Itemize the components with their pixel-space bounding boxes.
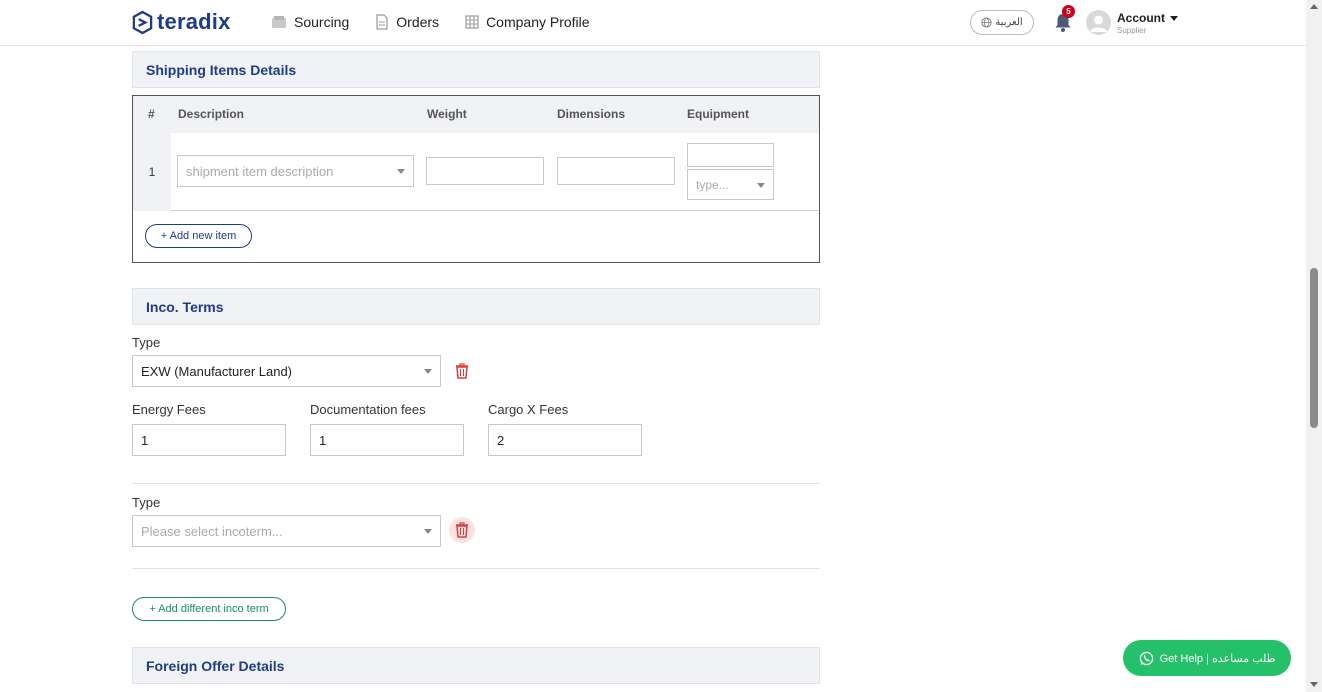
scroll-down-arrow-icon[interactable] bbox=[1310, 682, 1318, 687]
notification-count-badge: 5 bbox=[1062, 5, 1075, 18]
globe-icon bbox=[981, 17, 992, 28]
table-header: # Description Weight Dimensions Equipmen… bbox=[133, 96, 819, 133]
brand-name: teradix bbox=[157, 9, 231, 34]
description-placeholder: shipment item description bbox=[186, 163, 334, 179]
incoterm-type-placeholder: Please select incoterm... bbox=[141, 523, 283, 539]
add-new-item-button[interactable]: + Add new item bbox=[145, 224, 252, 248]
incoterm-type-select-2[interactable]: Please select incoterm... bbox=[132, 515, 441, 547]
document-icon bbox=[376, 14, 388, 30]
incoterm-type-label: Type bbox=[132, 335, 161, 350]
user-avatar-icon bbox=[1090, 15, 1107, 32]
column-header-index: # bbox=[148, 107, 155, 121]
cargo-x-fees-label: Cargo X Fees bbox=[488, 402, 569, 417]
column-header-dimensions: Dimensions bbox=[557, 107, 626, 121]
shipping-items-table: # Description Weight Dimensions Equipmen… bbox=[132, 95, 820, 263]
incoterm-type-value: EXW (Manufacturer Land) bbox=[141, 363, 293, 379]
inbox-icon bbox=[272, 16, 286, 28]
get-help-label: Get Help | طلب مساعده bbox=[1159, 652, 1276, 665]
account-label: Account bbox=[1117, 11, 1165, 25]
teradix-logo-icon bbox=[132, 10, 153, 34]
inco-terms-section-title: Inco. Terms bbox=[132, 288, 820, 325]
incoterm-type-select[interactable]: EXW (Manufacturer Land) bbox=[132, 355, 441, 387]
table-row: 1 shipment item description type... bbox=[133, 133, 819, 211]
language-label: العربية bbox=[995, 17, 1023, 28]
account-role: Supplier bbox=[1117, 26, 1147, 35]
account-menu[interactable]: Account Supplier bbox=[1117, 11, 1178, 35]
dimensions-input[interactable] bbox=[557, 157, 675, 185]
documentation-fees-label: Documentation fees bbox=[310, 402, 426, 417]
chevron-down-icon bbox=[757, 182, 765, 188]
scrollbar-thumb[interactable] bbox=[1310, 268, 1318, 428]
building-icon bbox=[465, 15, 479, 29]
nav-item-label: Sourcing bbox=[294, 14, 350, 30]
divider bbox=[132, 568, 820, 569]
chevron-down-icon bbox=[1170, 15, 1178, 21]
description-select[interactable]: shipment item description bbox=[177, 155, 414, 187]
delete-incoterm-button-2[interactable] bbox=[449, 517, 475, 543]
energy-fees-label: Energy Fees bbox=[132, 402, 206, 417]
trash-icon bbox=[456, 522, 468, 538]
foreign-offer-section-title: Foreign Offer Details bbox=[132, 647, 820, 684]
delete-incoterm-button[interactable] bbox=[449, 358, 475, 384]
documentation-fees-input[interactable]: 1 bbox=[310, 424, 464, 456]
weight-input[interactable] bbox=[426, 157, 544, 185]
avatar[interactable] bbox=[1086, 10, 1111, 35]
nav-item-label: Orders bbox=[396, 14, 440, 30]
page: teradix Sourcing Orders Company Profile … bbox=[0, 0, 1322, 692]
whatsapp-icon bbox=[1139, 651, 1153, 665]
column-header-description: Description bbox=[178, 107, 245, 121]
equipment-type-select[interactable]: type... bbox=[687, 169, 774, 200]
vertical-scrollbar[interactable] bbox=[1306, 0, 1322, 692]
equipment-quantity-input[interactable] bbox=[687, 143, 774, 167]
incoterm-type-label-2: Type bbox=[132, 495, 161, 510]
shipping-items-section-title: Shipping Items Details bbox=[132, 51, 820, 88]
nav-item-label: Company Profile bbox=[486, 14, 590, 30]
account-name: Account bbox=[1117, 11, 1178, 25]
add-different-inco-term-button[interactable]: + Add different inco term bbox=[132, 597, 286, 621]
main-nav: Sourcing Orders Company Profile bbox=[271, 14, 616, 30]
row-index: 1 bbox=[133, 133, 171, 211]
scroll-up-arrow-icon[interactable] bbox=[1310, 4, 1318, 9]
nav-item-orders[interactable]: Orders bbox=[375, 14, 439, 30]
nav-item-sourcing[interactable]: Sourcing bbox=[271, 14, 349, 30]
top-navigation-bar: teradix Sourcing Orders Company Profile … bbox=[0, 0, 1306, 46]
chevron-down-icon bbox=[424, 369, 432, 374]
cargo-x-fees-input[interactable]: 2 bbox=[488, 424, 642, 456]
nav-item-company-profile[interactable]: Company Profile bbox=[465, 14, 590, 30]
chevron-down-icon bbox=[424, 529, 432, 534]
trash-icon bbox=[456, 363, 468, 379]
language-switch-button[interactable]: العربية bbox=[970, 10, 1034, 35]
divider bbox=[132, 483, 820, 484]
brand-logo[interactable]: teradix bbox=[131, 9, 231, 35]
energy-fees-input[interactable]: 1 bbox=[132, 424, 286, 456]
equipment-type-placeholder: type... bbox=[696, 177, 729, 192]
get-help-button[interactable]: Get Help | طلب مساعده bbox=[1123, 640, 1291, 676]
column-header-equipment: Equipment bbox=[687, 107, 749, 121]
chevron-down-icon bbox=[397, 169, 405, 174]
column-header-weight: Weight bbox=[427, 107, 467, 121]
